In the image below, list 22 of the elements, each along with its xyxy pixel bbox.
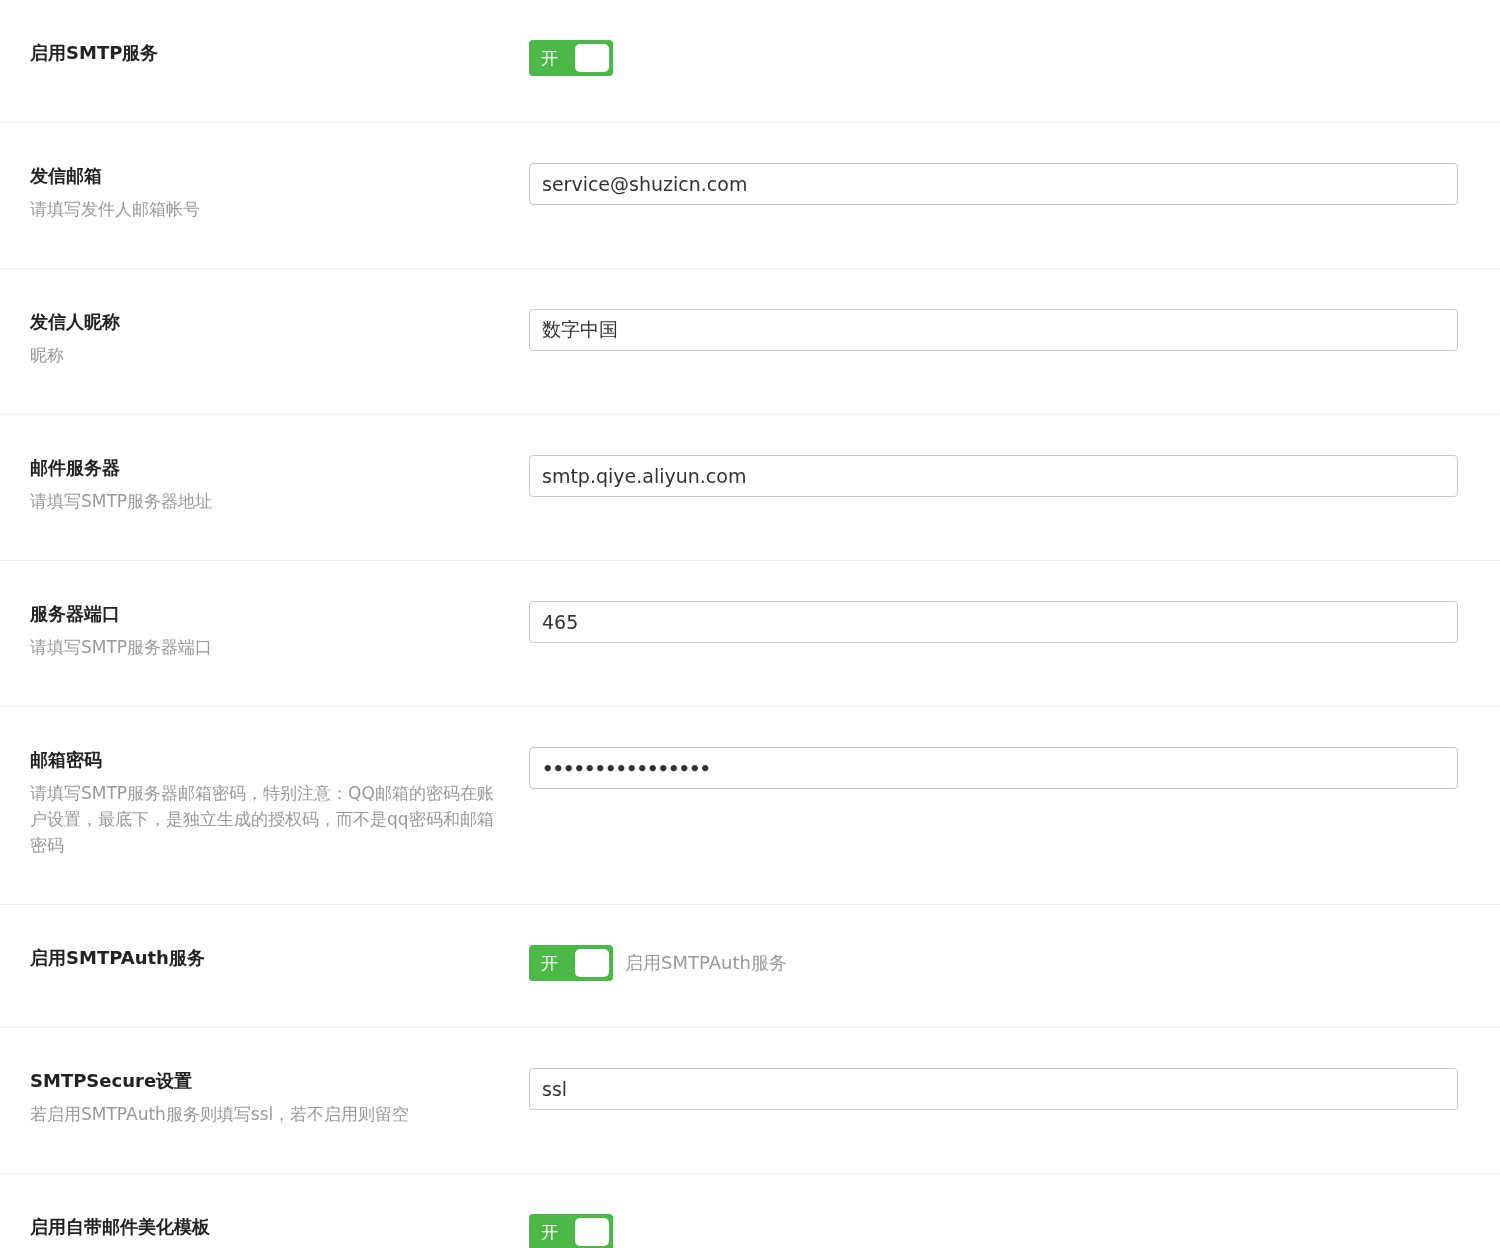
switch-note: 启用SMTPAuth服务 [625,951,787,975]
text-field[interactable]: ssl [529,1068,1458,1110]
text-field[interactable]: 数字中国 [529,309,1458,351]
setting-hint: 请填写SMTP服务器邮箱密码，特别注意：QQ邮箱的密码在账户设置，最底下，是独立生成的授权码，而不是qq密码和邮箱密码 [30,782,495,857]
setting-title: 启用SMTPAuth服务 [30,946,206,970]
password-field[interactable]: •••••••••••••••• [529,747,1458,789]
setting-title: 发信邮箱 [30,164,103,188]
setting-title: SMTPSecure设置 [30,1069,194,1093]
setting-hint: 请填写SMTP服务器地址 [30,490,214,513]
setting-title: 启用自带邮件美化模板 [30,1215,211,1239]
setting-hint: 请填写SMTP服务器端口 [30,636,214,659]
setting-hint: 昵称 [30,344,65,367]
setting-title: 启用SMTP服务 [30,41,160,65]
setting-hint: 请填写发件人邮箱帐号 [30,198,201,221]
setting-title: 邮箱密码 [30,748,103,772]
setting-title: 邮件服务器 [30,456,121,480]
setting-title: 发信人昵称 [30,310,121,334]
setting-hint: 若启用SMTPAuth服务则填写ssl，若不启用则留空 [30,1103,411,1126]
setting-title: 服务器端口 [30,602,121,626]
text-field[interactable]: smtp.qiye.aliyun.com [529,455,1458,497]
text-field[interactable]: service@shuzicn.com [529,163,1458,205]
text-field[interactable]: 465 [529,601,1458,643]
